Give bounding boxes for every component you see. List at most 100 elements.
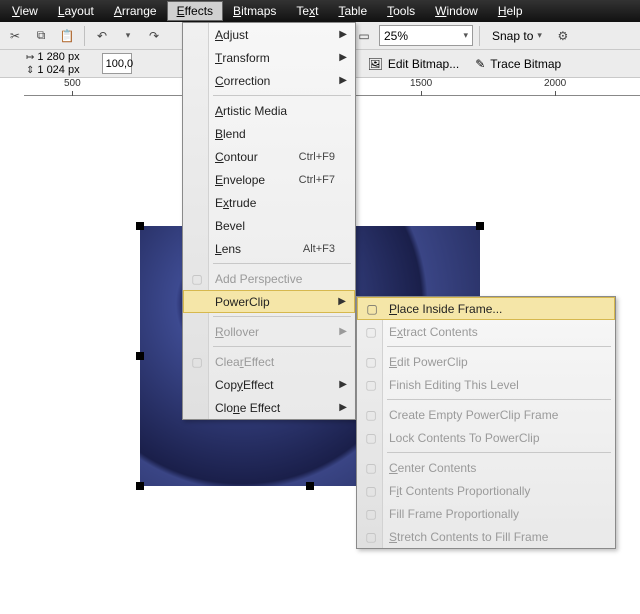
- menu-table[interactable]: Table: [328, 1, 377, 21]
- effects-item-lens[interactable]: LensAlt+F3: [183, 237, 355, 260]
- toolbar-separator: [479, 26, 480, 46]
- ruler-tick: 1500: [410, 78, 432, 89]
- submenu-arrow-icon: ▶: [339, 75, 347, 86]
- toolbar-separator: [84, 26, 85, 46]
- snap-settings-icon[interactable]: ⚙: [552, 25, 574, 47]
- submenu-arrow-icon: ▶: [339, 326, 347, 337]
- fillprop-icon: ▢: [363, 506, 379, 522]
- powerclip-item-fill-frame-proportionally: ▢Fill Frame Proportionally: [357, 502, 615, 525]
- edit-icon: ▢: [363, 354, 379, 370]
- effects-item-contour[interactable]: ContourCtrl+F9: [183, 145, 355, 168]
- zoom-dec-icon[interactable]: ▭: [353, 25, 375, 47]
- menu-separator: [387, 346, 611, 347]
- undo-dropdown-icon[interactable]: ▾: [117, 25, 139, 47]
- effects-item-bevel[interactable]: Bevel: [183, 214, 355, 237]
- selection-handle-ml[interactable]: [136, 352, 144, 360]
- chevron-down-icon: ▾: [537, 30, 542, 41]
- menu-arrange[interactable]: Arrange: [104, 1, 167, 21]
- finish-icon: ▢: [363, 377, 379, 393]
- menu-separator: [213, 95, 351, 96]
- edit-bitmap-icon: 🖼: [368, 57, 383, 71]
- redo-icon[interactable]: ↷: [143, 25, 165, 47]
- height-icon: ⇕: [26, 65, 34, 76]
- snap-label: Snap to: [492, 29, 533, 43]
- powerclip-item-stretch-contents-to-fill-frame: ▢Stretch Contents to Fill Frame: [357, 525, 615, 548]
- effects-item-blend[interactable]: Blend: [183, 122, 355, 145]
- lock-icon: ▢: [363, 430, 379, 446]
- width-value[interactable]: 1 280 px: [37, 51, 79, 63]
- menu-bitmaps[interactable]: Bitmaps: [223, 1, 286, 21]
- trace-bitmap-label: Trace Bitmap: [490, 57, 561, 71]
- scale-x-field[interactable]: 100,0: [102, 53, 132, 74]
- menu-window[interactable]: Window: [425, 1, 488, 21]
- menu-view[interactable]: View: [2, 1, 48, 21]
- menu-effects[interactable]: Effects: [167, 1, 223, 21]
- submenu-arrow-icon: ▶: [339, 29, 347, 40]
- shortcut-label: Ctrl+F9: [299, 151, 335, 163]
- stretch-icon: ▢: [363, 529, 379, 545]
- extract-icon: ▢: [363, 324, 379, 340]
- shortcut-label: Alt+F3: [303, 243, 335, 255]
- menu-separator: [213, 346, 351, 347]
- menu-separator: [387, 399, 611, 400]
- height-value[interactable]: 1 024 px: [37, 64, 79, 76]
- selection-handle-bm[interactable]: [306, 482, 314, 490]
- effects-item-correction[interactable]: Correction▶: [183, 69, 355, 92]
- powerclip-item-create-empty-powerclip-frame: ▢Create Empty PowerClip Frame: [357, 403, 615, 426]
- powerclip-item-extract-contents: ▢Extract Contents: [357, 320, 615, 343]
- clear-icon: ▢: [189, 354, 205, 370]
- copy-icon[interactable]: ⧉: [30, 25, 52, 47]
- effects-item-adjust[interactable]: Adjust▶: [183, 23, 355, 46]
- zoom-combo[interactable]: 25% ▾: [379, 25, 473, 46]
- fitprop-icon: ▢: [363, 483, 379, 499]
- powerclip-item-finish-editing-this-level: ▢Finish Editing This Level: [357, 373, 615, 396]
- edit-bitmap-button[interactable]: 🖼 Edit Bitmap...: [362, 53, 466, 75]
- create-icon: ▢: [363, 407, 379, 423]
- selection-handle-bl[interactable]: [136, 482, 144, 490]
- effects-item-rollover: Rollover▶: [183, 320, 355, 343]
- menu-separator: [387, 452, 611, 453]
- undo-icon[interactable]: ↶: [91, 25, 113, 47]
- effects-menu-dropdown: Adjust▶Transform▶Correction▶ Artistic Med…: [182, 22, 356, 420]
- powerclip-item-center-contents: ▢Center Contents: [357, 456, 615, 479]
- cut-icon[interactable]: ✂: [4, 25, 26, 47]
- powerclip-item-lock-contents-to-powerclip: ▢Lock Contents To PowerClip: [357, 426, 615, 449]
- menu-help[interactable]: Help: [488, 1, 533, 21]
- menu-tools[interactable]: Tools: [377, 1, 425, 21]
- selection-handle-tr[interactable]: [476, 222, 484, 230]
- trace-bitmap-button[interactable]: ✎ Trace Bitmap: [469, 53, 567, 75]
- powerclip-item-place-inside-frame[interactable]: ▢Place Inside Frame...: [357, 297, 615, 320]
- persp-icon: ▢: [189, 271, 205, 287]
- effects-item-add-perspective: ▢Add Perspective: [183, 267, 355, 290]
- zoom-value: 25%: [384, 29, 408, 43]
- menu-text[interactable]: Text: [286, 1, 328, 21]
- submenu-arrow-icon: ▶: [339, 402, 347, 413]
- effects-item-copy-effect[interactable]: Copy Effect▶: [183, 373, 355, 396]
- ruler-tick: 500: [64, 78, 81, 89]
- edit-bitmap-label: Edit Bitmap...: [388, 57, 459, 71]
- effects-item-powerclip[interactable]: PowerClip▶: [183, 290, 355, 313]
- center-icon: ▢: [363, 460, 379, 476]
- paste-icon[interactable]: 📋: [56, 25, 78, 47]
- width-icon: ↦: [26, 52, 34, 63]
- place-icon: ▢: [364, 301, 380, 317]
- ruler-tick: 2000: [544, 78, 566, 89]
- submenu-arrow-icon: ▶: [339, 379, 347, 390]
- effects-item-clone-effect[interactable]: Clone Effect▶: [183, 396, 355, 419]
- powerclip-item-fit-contents-proportionally: ▢Fit Contents Proportionally: [357, 479, 615, 502]
- submenu-arrow-icon: ▶: [338, 296, 346, 307]
- menu-layout[interactable]: Layout: [48, 1, 104, 21]
- scale-group: 100,0 100,0: [102, 53, 132, 74]
- shortcut-label: Ctrl+F7: [299, 174, 335, 186]
- effects-item-artistic-media[interactable]: Artistic Media: [183, 99, 355, 122]
- effects-item-envelope[interactable]: EnvelopeCtrl+F7: [183, 168, 355, 191]
- trace-bitmap-icon: ✎: [475, 57, 485, 71]
- object-size-group: ↦1 280 px ⇕1 024 px: [26, 51, 80, 76]
- selection-handle-tl[interactable]: [136, 222, 144, 230]
- powerclip-item-edit-powerclip: ▢Edit PowerClip: [357, 350, 615, 373]
- effects-item-clear-effect: ▢Clear Effect: [183, 350, 355, 373]
- effects-item-extrude[interactable]: Extrude: [183, 191, 355, 214]
- snap-to-combo[interactable]: Snap to ▾: [486, 25, 548, 47]
- menu-separator: [213, 263, 351, 264]
- effects-item-transform[interactable]: Transform▶: [183, 46, 355, 69]
